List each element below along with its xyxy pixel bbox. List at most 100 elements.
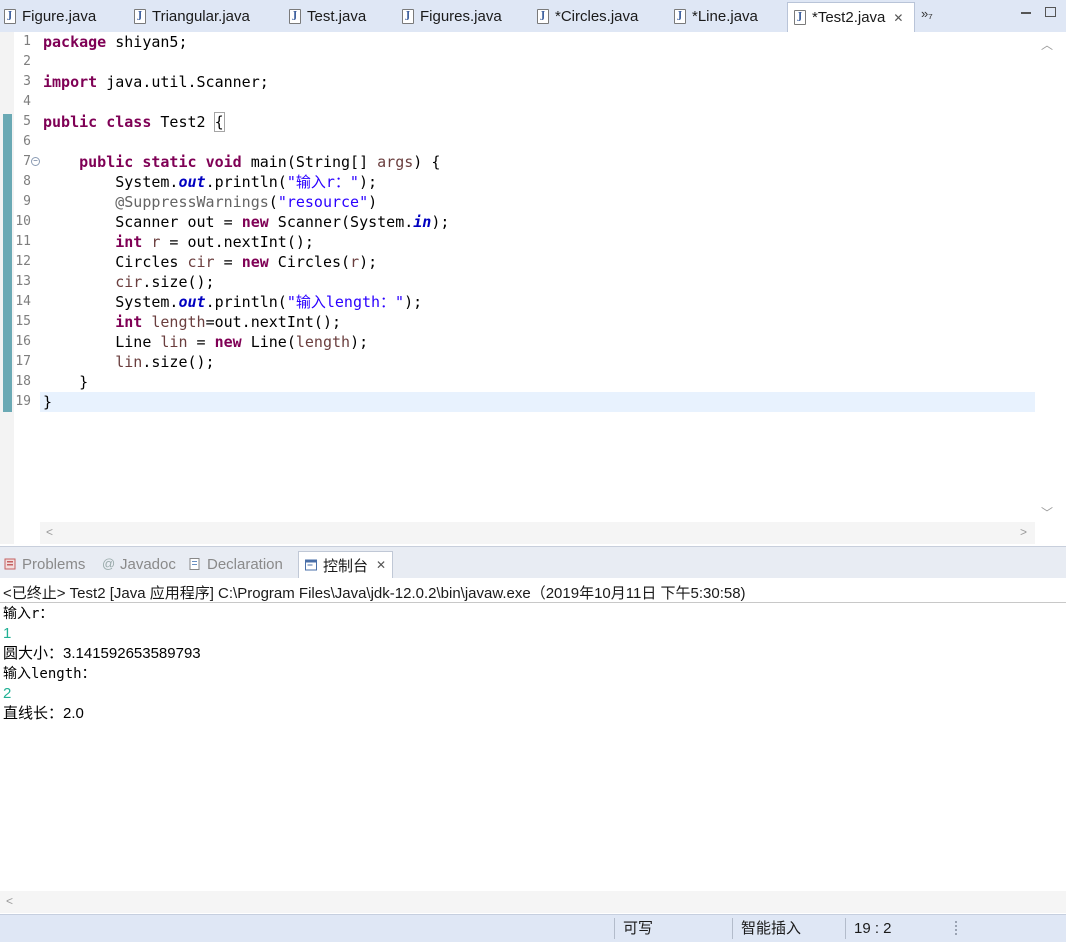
code-text[interactable]: package shiyan5; — [43, 32, 188, 52]
close-console-icon[interactable]: ✕ — [376, 558, 386, 572]
tab-test2-java[interactable]: J *Test2.java ✕ — [787, 2, 915, 32]
line-number: 15 — [15, 314, 31, 329]
line-number: 6 — [23, 134, 31, 149]
line-number: 13 — [15, 274, 31, 289]
code-line[interactable]: 18 } — [0, 372, 1035, 392]
scroll-left-arrow-icon[interactable]: < — [46, 525, 53, 539]
code-text[interactable]: Scanner out = new Scanner(System.in); — [43, 212, 449, 232]
console-output-line: 输入r： — [3, 606, 54, 622]
code-line[interactable]: 14 System.out.println("输入length："); — [0, 292, 1035, 312]
minimize-icon[interactable] — [1021, 12, 1031, 14]
code-text[interactable]: Line lin = new Line(length); — [43, 332, 368, 352]
scroll-left-arrow-icon[interactable]: < — [6, 894, 13, 908]
console-input-line: 2 — [3, 685, 12, 702]
code-text[interactable]: int length=out.nextInt(); — [43, 312, 341, 332]
code-text[interactable]: public class Test2 { — [43, 112, 225, 132]
maximize-icon[interactable] — [1045, 7, 1056, 17]
code-line[interactable]: 15 int length=out.nextInt(); — [0, 312, 1035, 332]
tab-label: *Circles.java — [555, 7, 639, 25]
code-text[interactable]: import java.util.Scanner; — [43, 72, 269, 92]
tab-test-java[interactable]: J Test.java — [289, 2, 366, 30]
console-output[interactable]: 输入r： 1 圆大小：3.141592653589793 输入length： 2 直线长：… — [0, 603, 1066, 891]
line-number: 9 — [23, 194, 31, 209]
code-text[interactable]: Circles cir = new Circles(r); — [43, 252, 377, 272]
java-file-icon: J — [537, 8, 549, 24]
tab-label: 控制台 — [323, 557, 369, 575]
scroll-up-arrow-icon[interactable]: ︿ — [1041, 36, 1053, 53]
console-output-line: 直线长：2.0 — [3, 705, 84, 722]
code-line[interactable]: 3 import java.util.Scanner; — [0, 72, 1035, 92]
console-output-line: 圆大小：3.141592653589793 — [3, 645, 201, 662]
code-line[interactable]: 12 Circles cir = new Circles(r); — [0, 252, 1035, 272]
java-file-icon: J — [289, 8, 301, 24]
code-line[interactable]: 2 — [0, 52, 1035, 72]
line-number: 4 — [23, 94, 31, 109]
scroll-right-arrow-icon[interactable]: > — [1020, 525, 1027, 539]
tab-console[interactable]: 控制台 ✕ — [298, 551, 394, 578]
code-text[interactable]: System.out.println("输入length："); — [43, 292, 422, 312]
line-number: 16 — [15, 334, 31, 349]
line-number: 7 — [23, 154, 31, 169]
scroll-down-arrow-icon[interactable]: ﹀ — [1041, 504, 1053, 521]
tab-label: Triangular.java — [152, 7, 250, 25]
tab-triangular-java[interactable]: J Triangular.java — [134, 2, 250, 30]
tab-label: Test.java — [307, 7, 367, 25]
tab-overflow-button[interactable]: »₇ — [921, 6, 933, 21]
console-process-label: <已终止> Test2 [Java 应用程序] C:\Program Files… — [3, 585, 746, 602]
code-line[interactable]: 6 — [0, 132, 1035, 152]
code-text[interactable]: } — [43, 372, 88, 392]
close-tab-icon[interactable]: ✕ — [893, 11, 903, 25]
line-number: 19 — [15, 394, 31, 409]
java-file-icon: J — [4, 8, 16, 24]
tab-figures-java[interactable]: J Figures.java — [402, 2, 502, 30]
line-number: 8 — [23, 174, 31, 189]
line-number: 18 — [15, 374, 31, 389]
code-line[interactable]: 1 package shiyan5; — [0, 32, 1035, 52]
code-editor[interactable]: − 1 package shiyan5; 2 3 import java.util.Sc… — [0, 32, 1066, 544]
status-writable: 可写 — [614, 918, 727, 939]
tab-javadoc[interactable]: @ Javadoc — [102, 553, 176, 575]
line-number: 10 — [15, 214, 31, 229]
editor-horizontal-scrollbar[interactable]: < > — [40, 522, 1035, 544]
code-text[interactable]: public static void main(String[] args) { — [43, 152, 440, 172]
code-text[interactable]: System.out.println("输入r："); — [43, 172, 377, 192]
tab-label: Figures.java — [420, 7, 502, 25]
tab-declaration[interactable]: Declaration — [189, 553, 283, 575]
code-line[interactable]: 17 lin.size(); — [0, 352, 1035, 372]
tab-label: *Test2.java — [812, 9, 886, 26]
code-line[interactable]: 4 — [0, 92, 1035, 112]
console-horizontal-scrollbar[interactable]: < — [0, 891, 1066, 913]
tab-circles-java[interactable]: J *Circles.java — [537, 2, 638, 30]
code-line[interactable]: 11 int r = out.nextInt(); — [0, 232, 1035, 252]
tab-problems[interactable]: Problems — [4, 553, 85, 575]
tab-figure-java[interactable]: J Figure.java — [4, 2, 96, 30]
console-process-header: <已终止> Test2 [Java 应用程序] C:\Program Files… — [0, 578, 1066, 603]
code-line[interactable]: 19} — [0, 392, 1035, 412]
code-text[interactable]: @SuppressWarnings("resource") — [43, 192, 377, 212]
code-line[interactable]: 7 public static void main(String[] args)… — [0, 152, 1035, 172]
line-number: 2 — [23, 54, 31, 69]
status-cursor-position: 19 : 2 — [845, 918, 944, 939]
java-file-icon: J — [794, 10, 806, 25]
line-number: 12 — [15, 254, 31, 269]
code-line[interactable]: 9 @SuppressWarnings("resource") — [0, 192, 1035, 212]
code-text[interactable]: cir.size(); — [43, 272, 214, 292]
code-line[interactable]: 5 public class Test2 { — [0, 112, 1035, 132]
code-text[interactable]: lin.size(); — [43, 352, 214, 372]
console-input-line: 1 — [3, 625, 12, 642]
code-line[interactable]: 13 cir.size(); — [0, 272, 1035, 292]
tab-label: Figure.java — [22, 7, 97, 25]
at-icon: @ — [102, 556, 116, 571]
bottom-view-tab-bar: Problems @ Javadoc Declaration 控制台 ✕ — [0, 546, 1066, 579]
code-line[interactable]: 10 Scanner out = new Scanner(System.in); — [0, 212, 1035, 232]
code-text[interactable]: } — [43, 392, 52, 412]
status-insert-mode[interactable]: 智能插入 — [732, 918, 841, 939]
editor-vertical-scrollbar[interactable]: ︿ ﹀ — [1035, 32, 1066, 522]
code-line[interactable]: 16 Line lin = new Line(length); — [0, 332, 1035, 352]
code-text[interactable]: int r = out.nextInt(); — [43, 232, 314, 252]
code-line[interactable]: 8 System.out.println("输入r："); — [0, 172, 1035, 192]
problems-icon — [4, 558, 16, 570]
tab-label: Problems — [22, 555, 86, 573]
tab-line-java[interactable]: J *Line.java — [674, 2, 758, 30]
tab-label: Declaration — [207, 555, 283, 573]
